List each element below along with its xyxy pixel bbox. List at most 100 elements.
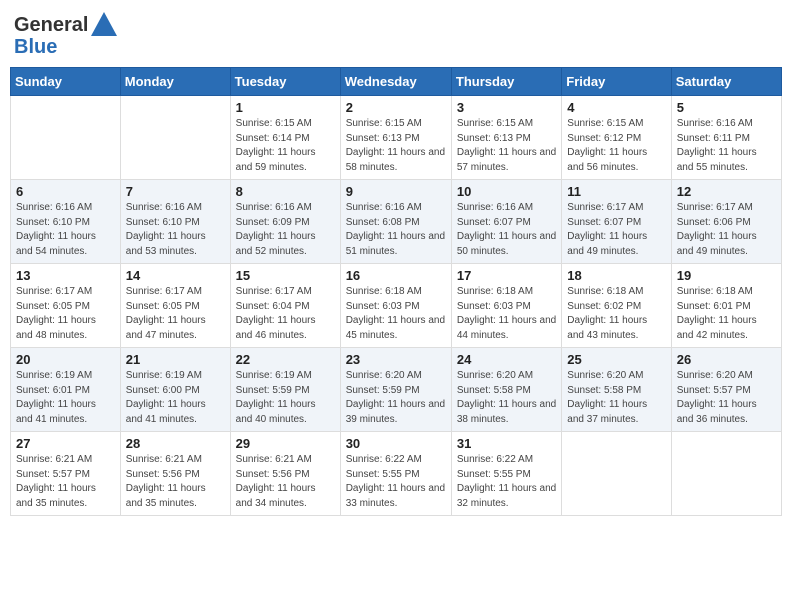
calendar-cell: 16 Sunrise: 6:18 AM Sunset: 6:03 PM Dayli…	[340, 264, 451, 348]
calendar-cell: 14 Sunrise: 6:17 AM Sunset: 6:05 PM Dayli…	[120, 264, 230, 348]
calendar-cell	[671, 432, 781, 516]
day-info: Sunrise: 6:20 AM Sunset: 5:58 PM Dayligh…	[567, 369, 665, 427]
day-info: Sunrise: 6:15 AM Sunset: 6:12 PM Dayligh…	[567, 117, 665, 175]
weekday-header-thursday: Thursday	[451, 68, 561, 96]
day-info: Sunrise: 6:15 AM Sunset: 6:13 PM Dayligh…	[346, 117, 446, 175]
day-number: 4	[567, 100, 665, 115]
weekday-header-tuesday: Tuesday	[230, 68, 340, 96]
calendar-cell: 12Sunrise: 6:17 AM Sunset: 6:06 PM Dayli…	[671, 180, 781, 264]
day-info: Sunrise: 6:21 AM Sunset: 5:56 PM Dayligh…	[236, 453, 335, 511]
calendar-cell: 15 Sunrise: 6:17 AM Sunset: 6:04 PM Dayli…	[230, 264, 340, 348]
day-number: 1	[236, 100, 335, 115]
weekday-header-sunday: Sunday	[11, 68, 121, 96]
weekday-header-row: SundayMondayTuesdayWednesdayThursdayFrid…	[11, 68, 782, 96]
day-info: Sunrise: 6:15 AM Sunset: 6:14 PM Dayligh…	[236, 117, 335, 175]
day-info: Sunrise: 6:16 AM Sunset: 6:07 PM Dayligh…	[457, 201, 556, 259]
calendar-cell: 2 Sunrise: 6:15 AM Sunset: 6:13 PM Daylig…	[340, 96, 451, 180]
day-info: Sunrise: 6:22 AM Sunset: 5:55 PM Dayligh…	[457, 453, 556, 511]
calendar-week-3: 13 Sunrise: 6:17 AM Sunset: 6:05 PM Dayli…	[11, 264, 782, 348]
calendar-cell: 10 Sunrise: 6:16 AM Sunset: 6:07 PM Dayli…	[451, 180, 561, 264]
day-info: Sunrise: 6:15 AM Sunset: 6:13 PM Dayligh…	[457, 117, 556, 175]
calendar-cell: 29 Sunrise: 6:21 AM Sunset: 5:56 PM Dayli…	[230, 432, 340, 516]
calendar-cell: 20Sunrise: 6:19 AM Sunset: 6:01 PM Dayli…	[11, 348, 121, 432]
calendar-cell: 28Sunrise: 6:21 AM Sunset: 5:56 PM Dayli…	[120, 432, 230, 516]
day-info: Sunrise: 6:16 AM Sunset: 6:08 PM Dayligh…	[346, 201, 446, 259]
calendar-cell	[120, 96, 230, 180]
day-info: Sunrise: 6:18 AM Sunset: 6:01 PM Dayligh…	[677, 285, 776, 343]
calendar-cell: 22Sunrise: 6:19 AM Sunset: 5:59 PM Dayli…	[230, 348, 340, 432]
day-info: Sunrise: 6:18 AM Sunset: 6:02 PM Dayligh…	[567, 285, 665, 343]
calendar-cell	[562, 432, 671, 516]
calendar-cell: 25Sunrise: 6:20 AM Sunset: 5:58 PM Dayli…	[562, 348, 671, 432]
calendar-week-2: 6 Sunrise: 6:16 AM Sunset: 6:10 PM Daylig…	[11, 180, 782, 264]
day-number: 29	[236, 436, 335, 451]
day-info: Sunrise: 6:20 AM Sunset: 5:58 PM Dayligh…	[457, 369, 556, 427]
day-number: 8	[236, 184, 335, 199]
calendar-cell: 3 Sunrise: 6:15 AM Sunset: 6:13 PM Daylig…	[451, 96, 561, 180]
day-info: Sunrise: 6:16 AM Sunset: 6:11 PM Dayligh…	[677, 117, 776, 175]
day-number: 3	[457, 100, 556, 115]
day-info: Sunrise: 6:21 AM Sunset: 5:57 PM Dayligh…	[16, 453, 115, 511]
day-number: 27	[16, 436, 115, 451]
day-number: 10	[457, 184, 556, 199]
day-number: 17	[457, 268, 556, 283]
day-info: Sunrise: 6:19 AM Sunset: 6:00 PM Dayligh…	[126, 369, 225, 427]
day-number: 6	[16, 184, 115, 199]
day-number: 30	[346, 436, 446, 451]
weekday-header-friday: Friday	[562, 68, 671, 96]
calendar-cell: 9 Sunrise: 6:16 AM Sunset: 6:08 PM Daylig…	[340, 180, 451, 264]
calendar-cell: 21 Sunrise: 6:19 AM Sunset: 6:00 PM Dayli…	[120, 348, 230, 432]
calendar-week-5: 27 Sunrise: 6:21 AM Sunset: 5:57 PM Dayli…	[11, 432, 782, 516]
day-number: 5	[677, 100, 776, 115]
calendar-cell: 8Sunrise: 6:16 AM Sunset: 6:09 PM Daylig…	[230, 180, 340, 264]
calendar-cell: 30 Sunrise: 6:22 AM Sunset: 5:55 PM Dayli…	[340, 432, 451, 516]
day-info: Sunrise: 6:17 AM Sunset: 6:04 PM Dayligh…	[236, 285, 335, 343]
day-number: 20	[16, 352, 115, 367]
calendar-cell: 13Sunrise: 6:17 AM Sunset: 6:05 PM Dayli…	[11, 264, 121, 348]
calendar-cell: 4 Sunrise: 6:15 AM Sunset: 6:12 PM Daylig…	[562, 96, 671, 180]
calendar-week-1: 1 Sunrise: 6:15 AM Sunset: 6:14 PM Daylig…	[11, 96, 782, 180]
day-number: 7	[126, 184, 225, 199]
page-header: General Blue	[10, 10, 782, 59]
day-number: 2	[346, 100, 446, 115]
calendar-cell: 6Sunrise: 6:16 AM Sunset: 6:10 PM Daylig…	[11, 180, 121, 264]
day-number: 19	[677, 268, 776, 283]
calendar-cell: 24 Sunrise: 6:20 AM Sunset: 5:58 PM Dayli…	[451, 348, 561, 432]
day-number: 18	[567, 268, 665, 283]
weekday-header-monday: Monday	[120, 68, 230, 96]
day-number: 21	[126, 352, 225, 367]
day-number: 26	[677, 352, 776, 367]
day-number: 23	[346, 352, 446, 367]
day-info: Sunrise: 6:20 AM Sunset: 5:59 PM Dayligh…	[346, 369, 446, 427]
calendar-cell: 17Sunrise: 6:18 AM Sunset: 6:03 PM Dayli…	[451, 264, 561, 348]
calendar-cell: 7 Sunrise: 6:16 AM Sunset: 6:10 PM Daylig…	[120, 180, 230, 264]
day-number: 24	[457, 352, 556, 367]
day-info: Sunrise: 6:17 AM Sunset: 6:05 PM Dayligh…	[126, 285, 225, 343]
day-number: 15	[236, 268, 335, 283]
calendar-cell	[11, 96, 121, 180]
day-number: 12	[677, 184, 776, 199]
logo-icon	[89, 10, 119, 40]
day-number: 16	[346, 268, 446, 283]
day-info: Sunrise: 6:17 AM Sunset: 6:07 PM Dayligh…	[567, 201, 665, 259]
day-number: 14	[126, 268, 225, 283]
day-number: 13	[16, 268, 115, 283]
day-info: Sunrise: 6:20 AM Sunset: 5:57 PM Dayligh…	[677, 369, 776, 427]
calendar-cell: 11 Sunrise: 6:17 AM Sunset: 6:07 PM Dayli…	[562, 180, 671, 264]
day-info: Sunrise: 6:16 AM Sunset: 6:10 PM Dayligh…	[126, 201, 225, 259]
calendar-cell: 18 Sunrise: 6:18 AM Sunset: 6:02 PM Dayli…	[562, 264, 671, 348]
day-number: 11	[567, 184, 665, 199]
calendar-cell: 31 Sunrise: 6:22 AM Sunset: 5:55 PM Dayli…	[451, 432, 561, 516]
logo-blue-text: Blue	[14, 36, 57, 59]
calendar-cell: 23 Sunrise: 6:20 AM Sunset: 5:59 PM Dayli…	[340, 348, 451, 432]
calendar-cell: 19 Sunrise: 6:18 AM Sunset: 6:01 PM Dayli…	[671, 264, 781, 348]
weekday-header-wednesday: Wednesday	[340, 68, 451, 96]
day-number: 9	[346, 184, 446, 199]
day-number: 31	[457, 436, 556, 451]
calendar-cell: 5 Sunrise: 6:16 AM Sunset: 6:11 PM Daylig…	[671, 96, 781, 180]
calendar-table: SundayMondayTuesdayWednesdayThursdayFrid…	[10, 67, 782, 516]
logo-general-text: General	[14, 14, 88, 37]
day-info: Sunrise: 6:19 AM Sunset: 5:59 PM Dayligh…	[236, 369, 335, 427]
day-info: Sunrise: 6:22 AM Sunset: 5:55 PM Dayligh…	[346, 453, 446, 511]
day-info: Sunrise: 6:18 AM Sunset: 6:03 PM Dayligh…	[346, 285, 446, 343]
